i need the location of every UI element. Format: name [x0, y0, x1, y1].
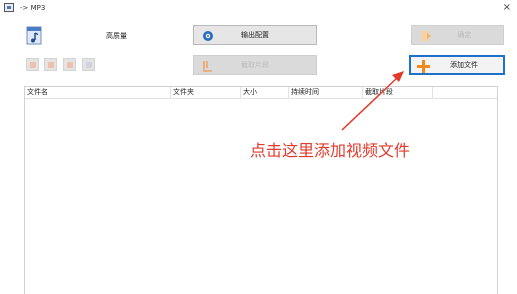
play-icon — [48, 62, 54, 68]
column-header-duration[interactable]: 持续时间 — [289, 87, 363, 98]
add-file-label: 添加文件 — [450, 61, 478, 69]
quality-label[interactable]: 高质量 — [106, 31, 127, 41]
title-bar: -> MP3 × — [0, 0, 517, 18]
trim-button[interactable]: 截取片段 — [193, 55, 317, 75]
audio-quality-icon[interactable] — [26, 26, 44, 46]
app-window: -> MP3 × 高质量 输出配置 确定 截取片段 添加文件 文件名 文件夹 大… — [0, 0, 517, 294]
annotation-text: 点击这里添加视频文件 — [250, 141, 411, 160]
tool-button-3[interactable] — [63, 58, 76, 71]
table-header: 文件名 文件夹 大小 持续时间 截取片段 — [25, 87, 497, 99]
file-icon — [30, 62, 36, 68]
add-file-button[interactable]: 添加文件 — [409, 55, 505, 75]
column-header-folder[interactable]: 文件夹 — [171, 87, 241, 98]
tool-button-2[interactable] — [44, 58, 57, 71]
confirm-button[interactable]: 确定 — [411, 25, 504, 45]
column-header-size[interactable]: 大小 — [241, 87, 289, 98]
output-config-label: 输出配置 — [241, 31, 269, 39]
window-title: -> MP3 — [20, 4, 46, 12]
trim-label: 截取片段 — [241, 61, 269, 69]
confirm-label: 确定 — [457, 31, 472, 39]
close-button[interactable]: × — [503, 2, 511, 14]
settings-icon — [67, 62, 73, 68]
output-config-button[interactable]: 输出配置 — [193, 25, 317, 45]
tool-button-4[interactable] — [82, 58, 95, 71]
file-list-table[interactable]: 文件名 文件夹 大小 持续时间 截取片段 — [24, 86, 498, 294]
list-icon — [86, 62, 92, 68]
app-icon — [4, 3, 14, 12]
column-header-filename[interactable]: 文件名 — [25, 87, 171, 98]
tool-button-1[interactable] — [26, 58, 39, 71]
column-header-trim[interactable]: 截取片段 — [363, 87, 433, 98]
